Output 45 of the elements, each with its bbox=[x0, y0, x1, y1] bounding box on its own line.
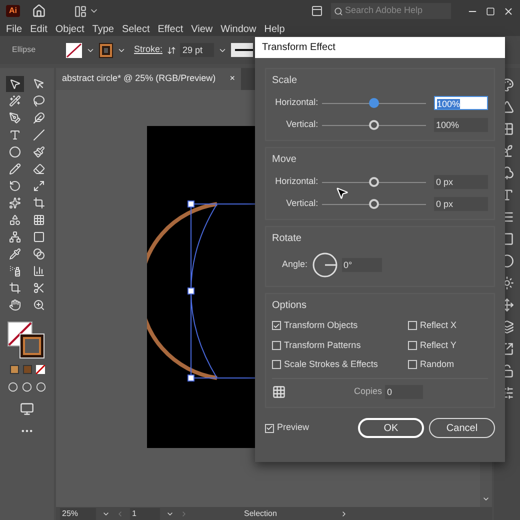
checkbox-label[interactable]: Reflect Y bbox=[420, 338, 456, 352]
menu-item[interactable]: File bbox=[6, 22, 22, 36]
value-field[interactable]: 100% bbox=[434, 96, 488, 110]
field-label: Copies bbox=[354, 384, 382, 398]
checkbox-label[interactable]: Transform Patterns bbox=[284, 338, 361, 352]
status-tool[interactable]: Selection bbox=[244, 508, 334, 520]
section-title: Rotate bbox=[272, 232, 302, 246]
checkbox-label[interactable]: Transform Objects bbox=[284, 319, 358, 332]
app-logo: Ai bbox=[6, 5, 20, 17]
checkbox-label[interactable]: Preview bbox=[277, 421, 310, 435]
document-tab[interactable]: abstract circle* @ 25% (RGB/Preview) × bbox=[56, 68, 241, 90]
tool-name: Ellipse bbox=[12, 44, 37, 56]
field-label: Horizontal: bbox=[274, 96, 318, 110]
menu-item[interactable]: Object bbox=[55, 22, 84, 36]
field-label: Vertical: bbox=[285, 197, 318, 210]
zoom-field[interactable]: 25% bbox=[60, 508, 96, 520]
stroke-field[interactable]: 29 pt bbox=[180, 43, 214, 57]
copies-field[interactable]: 0 bbox=[385, 384, 424, 398]
menu-item[interactable]: Type bbox=[92, 22, 114, 36]
ok-button[interactable]: OK bbox=[358, 418, 424, 438]
value-field[interactable]: 0 px bbox=[434, 175, 488, 189]
field-label: Vertical: bbox=[285, 118, 318, 132]
dialog-title: Transform Effect bbox=[255, 37, 505, 58]
section-title: Move bbox=[272, 153, 298, 167]
menu-item[interactable]: Effect bbox=[158, 22, 184, 36]
tab-close[interactable]: × bbox=[230, 72, 235, 86]
menu-item[interactable]: Select bbox=[122, 22, 150, 36]
menu-item[interactable]: Window bbox=[220, 22, 256, 36]
cancel-button[interactable]: Cancel bbox=[429, 418, 495, 438]
section-title: Scale bbox=[272, 74, 298, 88]
field-label: Horizontal: bbox=[274, 175, 318, 188]
menu-item[interactable]: Edit bbox=[30, 22, 48, 36]
artboard-field[interactable]: 1 bbox=[130, 508, 160, 520]
stroke-label[interactable]: Stroke: bbox=[134, 43, 163, 57]
menu-item[interactable]: View bbox=[191, 22, 213, 36]
value-field[interactable]: 0 px bbox=[434, 197, 488, 211]
document-title: abstract circle* @ 25% (RGB/Preview) bbox=[62, 72, 216, 86]
checkbox-label[interactable]: Reflect X bbox=[420, 319, 457, 332]
section-title: Options bbox=[272, 299, 308, 313]
value-field[interactable]: 100% bbox=[434, 118, 488, 132]
field-label: Angle: bbox=[282, 258, 308, 272]
checkbox-label[interactable]: Scale Strokes & Effects bbox=[284, 358, 378, 372]
angle-field[interactable]: 0° bbox=[342, 258, 382, 272]
menu-item[interactable]: Help bbox=[264, 22, 285, 36]
checkbox-label[interactable]: Random bbox=[420, 358, 454, 372]
